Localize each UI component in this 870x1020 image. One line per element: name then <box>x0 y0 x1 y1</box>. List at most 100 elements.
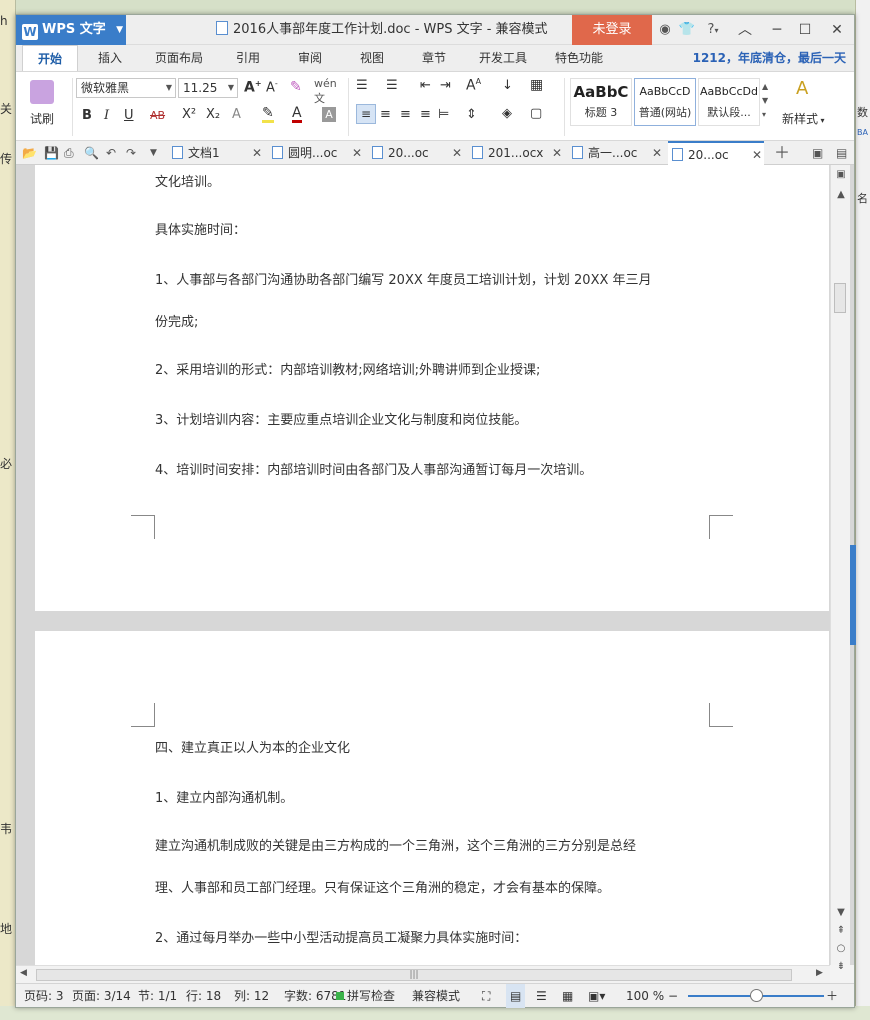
tab-list-icon[interactable]: ▣ <box>812 141 823 165</box>
tab-home[interactable]: 开始 <box>22 45 78 71</box>
zoom-in-icon[interactable]: ＋ <box>826 984 838 1008</box>
grow-font-icon[interactable]: A+ <box>244 79 262 96</box>
focus-view-icon[interactable]: ⛶ <box>482 984 490 1008</box>
align-center-icon[interactable]: ≡ <box>380 107 391 122</box>
underline-button[interactable]: U <box>124 108 134 123</box>
ruler-toggle-icon[interactable]: ▣ <box>831 169 851 180</box>
outline-view-icon[interactable]: ☰ <box>536 984 547 1008</box>
close-tab-icon[interactable]: ✕ <box>752 143 762 167</box>
next-page-icon[interactable]: ⇟ <box>831 961 851 972</box>
highlight-icon[interactable]: ✎ <box>262 106 274 123</box>
new-tab-icon[interactable]: ＋ <box>774 141 790 165</box>
strikethrough-button[interactable]: AB <box>150 109 165 122</box>
superscript-button[interactable]: X² <box>182 107 196 122</box>
sort-icon[interactable]: ↓ <box>502 78 513 93</box>
phonetic-guide-icon[interactable]: wén 文 <box>314 77 337 106</box>
new-style-icon[interactable]: A <box>796 78 808 99</box>
font-color-icon[interactable]: A <box>292 106 302 123</box>
zoom-out-icon[interactable]: − <box>668 984 678 1008</box>
tab-insert[interactable]: 插入 <box>82 45 138 71</box>
scroll-thumb[interactable] <box>834 283 846 313</box>
document-page[interactable]: 文化培训。 具体实施时间： 1、人事部与各部门沟通协助各部门编写 20XX 年度… <box>35 165 829 611</box>
app-menu-button[interactable]: W WPS 文字 ▼ <box>16 15 126 45</box>
horizontal-scroll-thumb[interactable]: ||| <box>36 969 792 981</box>
decrease-indent-icon[interactable]: ⇤ <box>420 78 431 93</box>
tab-features[interactable]: 特色功能 <box>544 45 614 71</box>
tab-developer[interactable]: 开发工具 <box>468 45 538 71</box>
tab-references[interactable]: 引用 <box>220 45 276 71</box>
close-tab-icon[interactable]: ✕ <box>452 141 462 165</box>
scroll-left-icon[interactable]: ◀ <box>20 968 27 978</box>
line-spacing-icon[interactable]: ⇕ <box>466 107 477 122</box>
status-pages[interactable]: 页面: 3/14 <box>72 984 131 1008</box>
close-tab-icon[interactable]: ✕ <box>352 141 362 165</box>
print-icon[interactable]: ⎙ <box>64 141 74 165</box>
style-heading3[interactable]: AaBbC 标题 3 <box>570 78 632 126</box>
scroll-up-icon[interactable]: ▲ <box>831 189 851 200</box>
italic-button[interactable]: I <box>104 108 109 123</box>
quick-access-dropdown-icon[interactable]: ▼ <box>150 141 157 165</box>
maximize-button[interactable]: ☐ <box>790 15 820 45</box>
close-tab-icon[interactable]: ✕ <box>252 141 262 165</box>
doc-tab[interactable]: 圆明...oc ✕ <box>268 141 364 165</box>
undo-icon[interactable]: ↶ <box>106 141 116 165</box>
style-scroll-icon[interactable]: ▲ ▼ ▾ <box>762 80 768 122</box>
style-default-paragraph[interactable]: AaBbCcDd 默认段... <box>698 78 760 126</box>
shirt-icon[interactable]: 👕 <box>678 20 696 40</box>
minimize-button[interactable]: ─ <box>762 15 792 45</box>
format-painter-icon[interactable] <box>30 80 54 104</box>
prev-page-icon[interactable]: ⇞ <box>831 925 851 936</box>
font-name-select[interactable]: 微软雅黑 ▼ <box>76 78 176 98</box>
save-icon[interactable]: 💾 <box>44 141 59 165</box>
ribbon-collapse-button[interactable]: ︿ <box>730 15 760 45</box>
doc-tab-active[interactable]: 20...oc ✕ <box>668 141 764 165</box>
bold-button[interactable]: B <box>82 108 92 123</box>
scroll-down-icon[interactable]: ▼ <box>831 907 851 918</box>
char-shading-icon[interactable]: A <box>322 107 336 122</box>
increase-indent-icon[interactable]: ⇥ <box>440 78 451 93</box>
tab-view[interactable]: 视图 <box>344 45 400 71</box>
horizontal-scrollbar[interactable]: ◀ ||| ▶ <box>16 965 830 983</box>
format-painter-label[interactable]: 试刷 <box>30 110 54 127</box>
clear-format-icon[interactable]: ✎ <box>290 79 302 95</box>
document-page[interactable]: 四、建立真正以人为本的企业文化 1、建立内部沟通机制。 建立沟通机制成败的关键是… <box>35 631 829 965</box>
page-view-icon[interactable]: ▤ <box>506 984 526 1008</box>
align-left-button[interactable]: ≡ <box>356 104 376 124</box>
close-button[interactable]: ✕ <box>822 15 852 45</box>
zoom-slider-knob[interactable] <box>750 989 763 1002</box>
close-tab-icon[interactable]: ✕ <box>552 141 562 165</box>
table-grid-icon[interactable]: ▦ <box>530 77 543 93</box>
shading-fill-icon[interactable]: ◈ <box>502 106 512 121</box>
doc-tab[interactable]: 201...ocx ✕ <box>468 141 564 165</box>
doc-tab[interactable]: 20...oc ✕ <box>368 141 464 165</box>
number-list-icon[interactable]: ☰ <box>386 78 398 93</box>
text-effect-icon[interactable]: A <box>232 107 241 122</box>
compat-mode[interactable]: 兼容模式 <box>412 984 460 1008</box>
close-tab-icon[interactable]: ✕ <box>652 141 662 165</box>
print-preview-icon[interactable]: 🔍 <box>84 141 99 165</box>
login-button[interactable]: 未登录 <box>572 15 652 45</box>
select-browse-icon[interactable]: ○ <box>831 943 851 954</box>
status-row[interactable]: 行: 18 <box>186 984 221 1008</box>
status-page-number[interactable]: 页码: 3 <box>24 984 64 1008</box>
scroll-right-icon[interactable]: ▶ <box>816 968 823 978</box>
open-folder-icon[interactable]: 📂 <box>22 141 37 165</box>
distribute-icon[interactable]: ⊨ <box>438 107 449 122</box>
promo-notice[interactable]: 1212，年底清仓，最后一天 <box>693 45 846 71</box>
style-normal-web[interactable]: AaBbCcD 普通(网站) <box>634 78 696 126</box>
font-size-select[interactable]: 11.25 ▼ <box>178 78 238 98</box>
spell-check-toggle[interactable]: 拼写检查 <box>336 984 395 1008</box>
web-view-icon[interactable]: ▦ <box>562 984 573 1008</box>
doc-tab[interactable]: 文档1 ✕ <box>168 141 264 165</box>
new-style-button[interactable]: 新样式 ▾ <box>782 110 825 127</box>
status-column[interactable]: 列: 12 <box>234 984 269 1008</box>
case-change-icon[interactable]: AA <box>466 77 481 94</box>
tab-chapter[interactable]: 章节 <box>406 45 462 71</box>
vertical-scrollbar[interactable]: ▣ ▲ ▼ ⇞ ○ ⇟ <box>830 165 851 972</box>
zoom-level[interactable]: 100 % <box>626 984 664 1008</box>
reading-view-icon[interactable]: ▣▾ <box>588 984 605 1008</box>
side-panel-toggle[interactable] <box>850 545 856 645</box>
border-icon[interactable]: ▢ <box>530 106 542 121</box>
doc-tab[interactable]: 高一...oc ✕ <box>568 141 664 165</box>
bullet-list-icon[interactable]: ☰ <box>356 78 368 93</box>
